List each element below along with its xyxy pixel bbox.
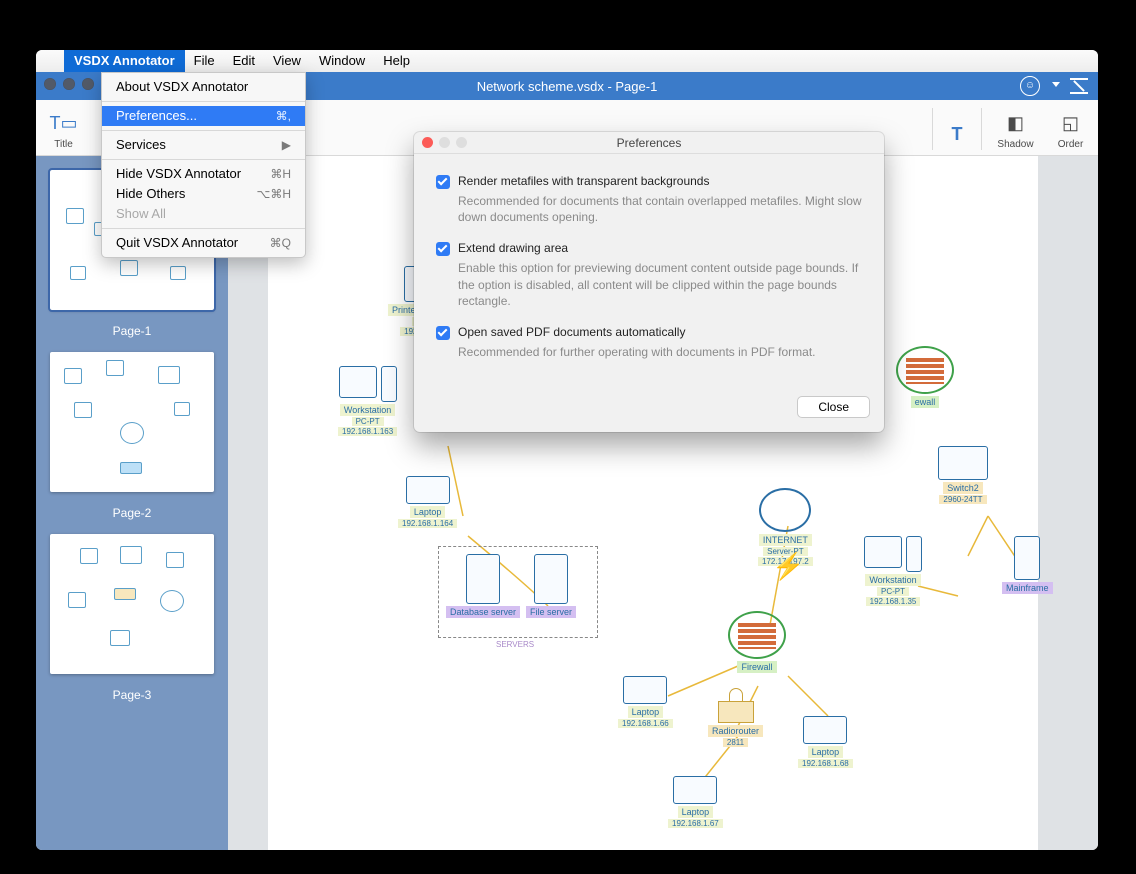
pref-desc: Recommended for further operating with d… [458,344,862,360]
node-firewall-side[interactable]: ewall [896,346,954,408]
dialog-zoom-icon [456,137,467,148]
pref-desc: Recommended for documents that contain o… [458,193,862,225]
menu-hide[interactable]: Hide VSDX Annotator⌘H [102,164,305,184]
close-window[interactable] [44,78,56,90]
thumb-label-1: Page-1 [36,324,228,338]
feedback-icon[interactable]: ☺ [1020,76,1040,96]
group-servers-label: SERVERS [496,640,534,649]
node-laptop-1[interactable]: Laptop192.168.1.164 [398,476,457,528]
thumb-label-2: Page-2 [36,506,228,520]
app-menu-dropdown: About VSDX Annotator Preferences...⌘, Se… [101,72,306,258]
menu-show-all: Show All [102,204,305,224]
preferences-dialog: Preferences Render metafiles with transp… [414,132,884,432]
tool-text[interactable]: T [939,118,975,150]
menu-window[interactable]: Window [310,50,374,72]
page-sidebar[interactable]: Page-1 Page-2 Page-3 [36,156,228,850]
tool-shadow[interactable]: ◧Shadow [988,107,1043,150]
node-laptop-66[interactable]: Laptop192.168.1.66 [618,676,673,728]
dialog-title: Preferences [414,132,884,154]
node-laptop-68[interactable]: Laptop192.168.1.68 [798,716,853,768]
pref-render-metafiles[interactable]: Render metafiles with transparent backgr… [436,174,862,225]
menu-view[interactable]: View [264,50,310,72]
traffic-lights[interactable] [44,78,94,90]
node-radiorouter[interactable]: Radiorouter2811 [708,701,763,747]
pref-extend-area[interactable]: Extend drawing area Enable this option f… [436,241,862,309]
minimize-window[interactable] [63,78,75,90]
node-workstation-1[interactable]: WorkstationPC-PT192.168.1.163 [338,366,397,436]
expand-icon[interactable] [1070,78,1088,94]
node-mainframe[interactable]: Mainframe [1002,536,1053,594]
node-firewall[interactable]: Firewall [728,611,786,673]
lightning-icon: ⚡ [772,551,804,582]
menu-about[interactable]: About VSDX Annotator [102,77,305,97]
dialog-close-icon[interactable] [422,137,433,148]
thumb-page-3[interactable] [50,534,214,674]
window-title: Network scheme.vsdx - Page-1 [477,79,658,94]
menu-hide-others[interactable]: Hide Others⌥⌘H [102,184,305,204]
node-switch[interactable]: Switch22960-24TT [938,446,988,504]
node-workstation-2[interactable]: WorkstationPC-PT192.168.1.35 [864,536,922,606]
feedback-chevron-icon[interactable] [1052,82,1060,87]
node-db-server[interactable]: Database server [446,554,520,618]
menu-services[interactable]: Services▶ [102,135,305,155]
node-laptop-67[interactable]: Laptop192.168.1.67 [668,776,723,828]
thumb-label-3: Page-3 [36,688,228,702]
checkbox-checked-icon[interactable] [436,175,450,189]
menu-edit[interactable]: Edit [224,50,264,72]
checkbox-checked-icon[interactable] [436,242,450,256]
menu-preferences[interactable]: Preferences...⌘, [102,106,305,126]
checkbox-checked-icon[interactable] [436,326,450,340]
menu-file[interactable]: File [185,50,224,72]
tool-order[interactable]: ◱Order [1043,107,1098,150]
pref-open-pdf[interactable]: Open saved PDF documents automatically R… [436,325,862,360]
menu-quit[interactable]: Quit VSDX Annotator⌘Q [102,233,305,253]
mac-menubar: VSDX Annotator File Edit View Window Hel… [36,50,1098,72]
node-file-server[interactable]: File server [526,554,576,618]
pref-desc: Enable this option for previewing docume… [458,260,862,309]
app-menu[interactable]: VSDX Annotator [64,50,185,72]
zoom-window[interactable] [82,78,94,90]
menu-help[interactable]: Help [374,50,419,72]
dialog-min-icon [439,137,450,148]
tool-title[interactable]: T▭Title [36,107,91,150]
close-button[interactable]: Close [797,396,870,418]
thumb-page-2[interactable] [50,352,214,492]
